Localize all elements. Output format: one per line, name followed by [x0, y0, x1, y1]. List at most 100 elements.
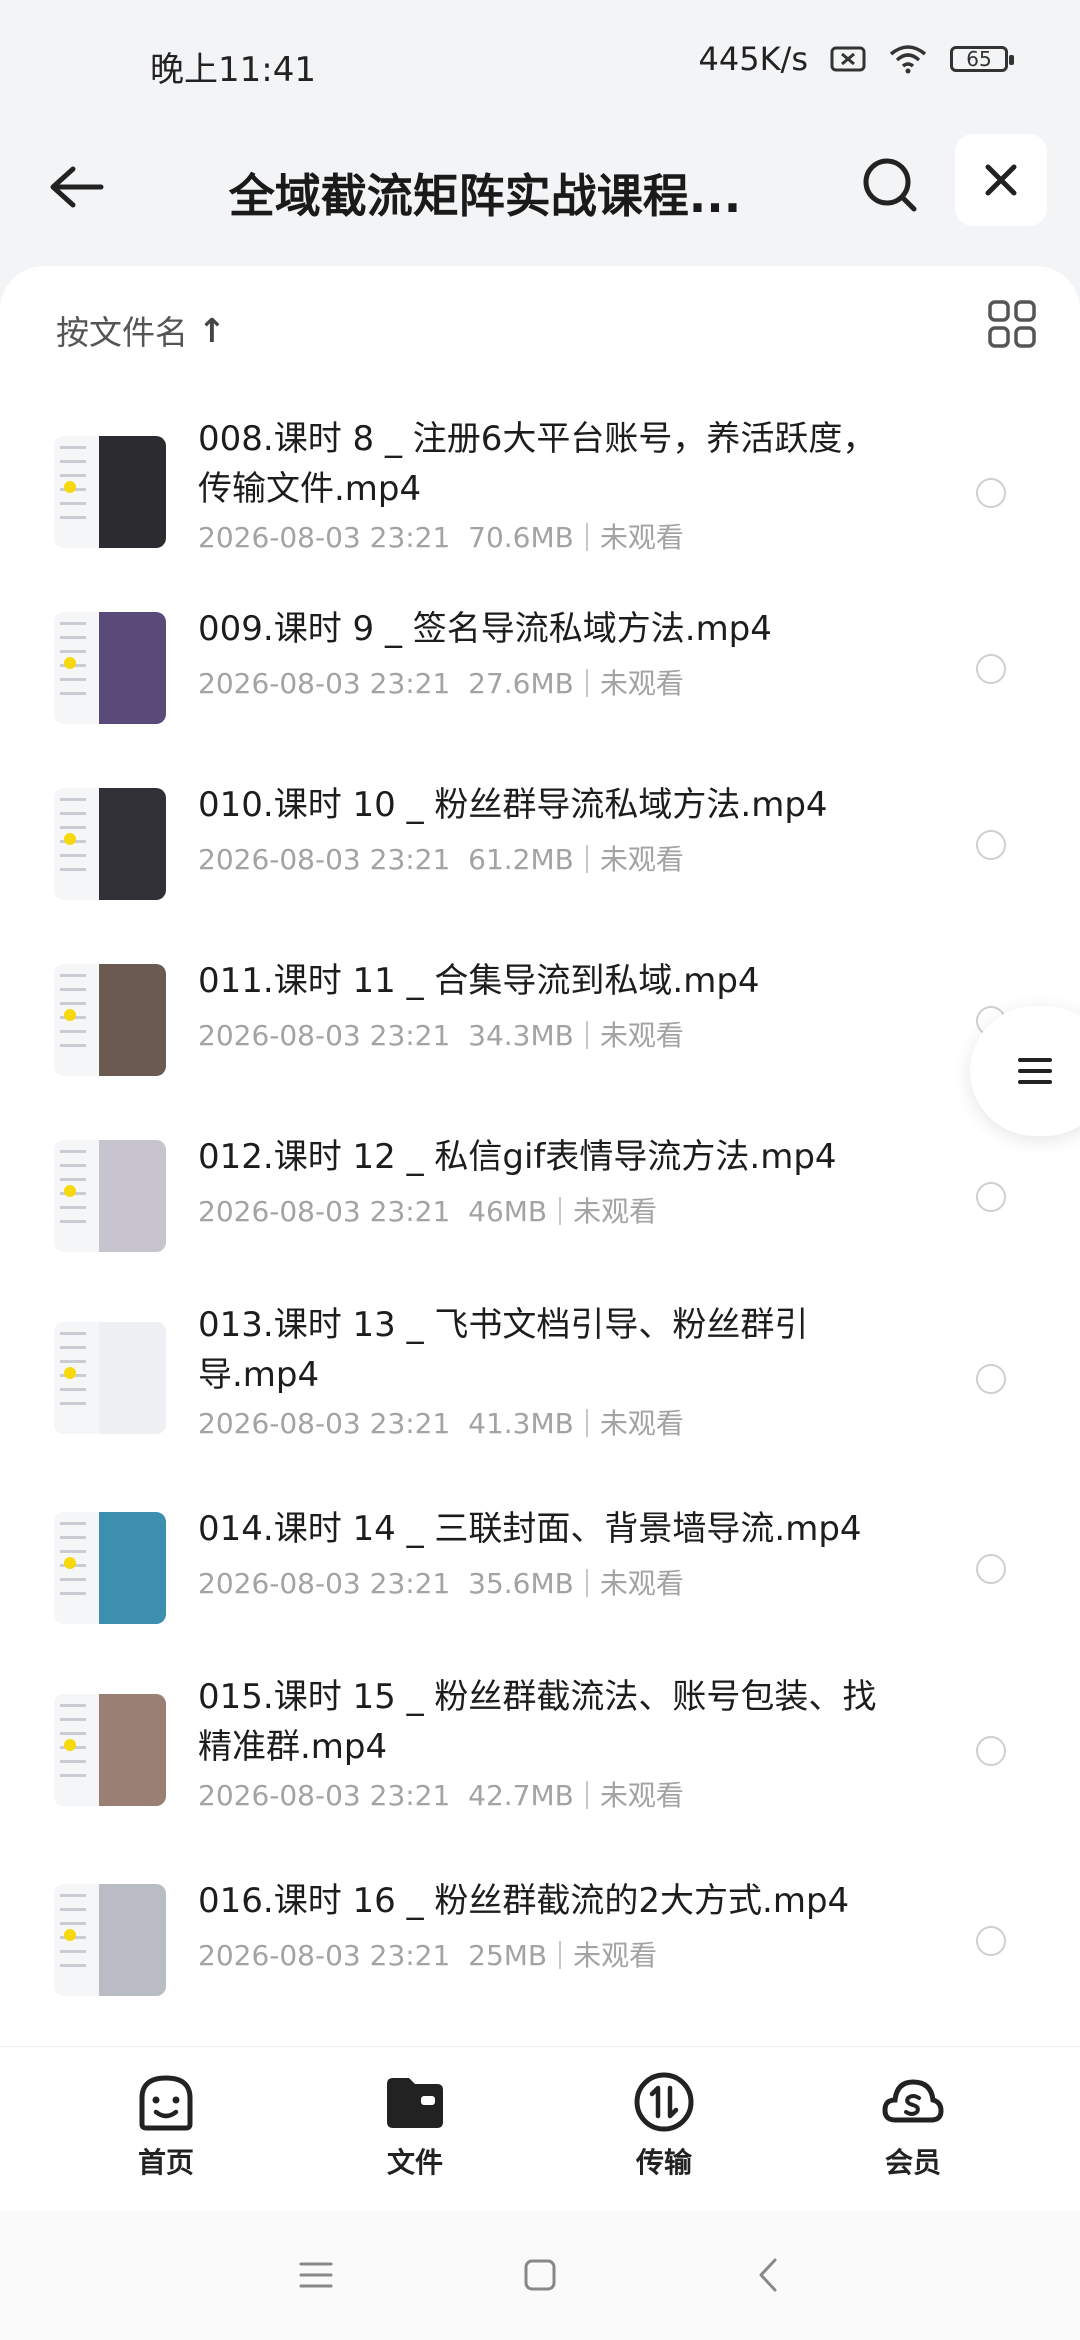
tab-vip[interactable]: 会员 [843, 2069, 983, 2181]
back-button[interactable] [42, 152, 112, 222]
transfer-icon [631, 2069, 697, 2135]
select-radio[interactable] [976, 1736, 1006, 1766]
sort-arrow-icon: ↑ [198, 310, 226, 350]
bottom-tab-bar: 首页 文件 传输 会员 [0, 2046, 1080, 2211]
grid-view-button[interactable] [984, 296, 1040, 352]
file-size: 25MB [468, 1939, 548, 1972]
chevron-left-icon [759, 2258, 777, 2292]
smile-house-icon [133, 2069, 199, 2135]
wifi-icon [888, 44, 928, 74]
tab-label: 传输 [635, 2146, 692, 2179]
select-radio[interactable] [976, 654, 1006, 684]
grid-icon [988, 300, 1036, 348]
file-meta: 2026-08-03 23:21 46MB 未观看 [198, 1190, 657, 1230]
select-radio[interactable] [976, 1926, 1006, 1956]
watch-status: 未观看 [599, 1779, 684, 1812]
file-meta: 2026-08-03 23:21 42.7MB 未观看 [198, 1774, 684, 1814]
system-nav-bar [0, 2210, 1080, 2340]
watch-status: 未观看 [599, 1567, 684, 1600]
sim-off-icon [830, 45, 866, 73]
select-radio[interactable] [976, 1554, 1006, 1584]
status-right: 445K/s 65 [698, 40, 1014, 78]
file-name: 013.课时 13 _ 飞书文档引导、粉丝群引导.mp4 [198, 1305, 809, 1395]
close-button[interactable] [955, 134, 1047, 226]
file-size: 35.6MB [468, 1567, 574, 1600]
file-size: 42.7MB [468, 1779, 574, 1812]
file-size: 27.6MB [468, 667, 574, 700]
file-size: 41.3MB [468, 1407, 574, 1440]
file-date: 2026-08-03 23:21 [198, 843, 451, 876]
square-icon [524, 2259, 556, 2291]
tab-label: 会员 [884, 2146, 941, 2179]
cloud-vip-icon [880, 2069, 946, 2135]
menu-icon [1018, 1058, 1052, 1084]
watch-status: 未观看 [599, 1407, 684, 1440]
file-name: 016.课时 16 _ 粉丝群截流的2大方式.mp4 [198, 1881, 850, 1921]
status-bar: 晚上11:41 445K/s 65 [0, 0, 1080, 130]
back-nav-button[interactable] [738, 2250, 798, 2300]
close-icon [985, 164, 1017, 196]
file-date: 2026-08-03 23:21 [198, 1195, 451, 1228]
file-name: 010.课时 10 _ 粉丝群导流私域方法.mp4 [198, 785, 828, 825]
watch-status: 未观看 [573, 1939, 658, 1972]
select-radio[interactable] [976, 1182, 1006, 1212]
watch-status: 未观看 [599, 1019, 684, 1052]
watch-status: 未观看 [599, 667, 684, 700]
file-size: 46MB [468, 1195, 548, 1228]
watch-status: 未观看 [573, 1195, 658, 1228]
video-thumbnail [54, 1322, 166, 1434]
file-meta: 2026-08-03 23:21 34.3MB 未观看 [198, 1014, 684, 1054]
video-thumbnail [54, 1884, 166, 1996]
file-name: 012.课时 12 _ 私信gif表情导流方法.mp4 [198, 1137, 837, 1177]
file-meta: 2026-08-03 23:21 41.3MB 未观看 [198, 1402, 684, 1442]
file-meta: 2026-08-03 23:21 27.6MB 未观看 [198, 662, 684, 702]
tab-label: 文件 [386, 2146, 443, 2179]
video-thumbnail [54, 1140, 166, 1252]
file-name: 008.课时 8 _ 注册6大平台账号，养活跃度，传输文件.mp4 [198, 419, 877, 509]
file-date: 2026-08-03 23:21 [198, 1779, 451, 1812]
header: 全域截流矩阵实战课程... [0, 130, 1080, 260]
page-title: 全域截流矩阵实战课程... [228, 169, 742, 223]
file-date: 2026-08-03 23:21 [198, 521, 451, 554]
home-nav-button[interactable] [510, 2250, 570, 2300]
arrow-left-icon [50, 166, 104, 208]
search-icon [863, 158, 917, 212]
menu-lines-icon [299, 2262, 333, 2288]
status-time: 晚上11:41 [150, 50, 316, 90]
file-name: 009.课时 9 _ 签名导流私域方法.mp4 [198, 609, 772, 649]
video-thumbnail [54, 1512, 166, 1624]
video-thumbnail [54, 436, 166, 548]
file-size: 34.3MB [468, 1019, 574, 1052]
file-meta: 2026-08-03 23:21 70.6MB 未观看 [198, 516, 684, 556]
file-meta: 2026-08-03 23:21 25MB 未观看 [198, 1934, 657, 1974]
network-speed: 445K/s [698, 40, 808, 78]
file-date: 2026-08-03 23:21 [198, 667, 451, 700]
file-date: 2026-08-03 23:21 [198, 1939, 451, 1972]
folder-icon [382, 2069, 448, 2135]
select-radio[interactable] [976, 1364, 1006, 1394]
file-name: 014.课时 14 _ 三联封面、背景墙导流.mp4 [198, 1509, 862, 1549]
watch-status: 未观看 [599, 521, 684, 554]
battery-icon: 65 [950, 46, 1014, 72]
file-name: 015.课时 15 _ 粉丝群截流法、账号包装、找精准群.mp4 [198, 1677, 877, 1767]
search-button[interactable] [855, 150, 925, 220]
watch-status: 未观看 [599, 843, 684, 876]
tab-transfer[interactable]: 传输 [594, 2069, 734, 2181]
sort-toggle[interactable]: 按文件名 ↑ [56, 306, 226, 354]
video-thumbnail [54, 612, 166, 724]
tab-files[interactable]: 文件 [345, 2069, 485, 2181]
video-thumbnail [54, 964, 166, 1076]
file-name: 011.课时 11 _ 合集导流到私域.mp4 [198, 961, 760, 1001]
file-date: 2026-08-03 23:21 [198, 1019, 451, 1052]
recents-button[interactable] [286, 2250, 346, 2300]
select-radio[interactable] [976, 478, 1006, 508]
tab-home[interactable]: 首页 [96, 2069, 236, 2181]
select-radio[interactable] [976, 830, 1006, 860]
file-date: 2026-08-03 23:21 [198, 1407, 451, 1440]
file-date: 2026-08-03 23:21 [198, 1567, 451, 1600]
file-meta: 2026-08-03 23:21 35.6MB 未观看 [198, 1562, 684, 1602]
tab-label: 首页 [137, 2146, 194, 2179]
file-list-panel: 按文件名 ↑ 008.课时 8 _ 注册6大平台账号，养活跃度，传输文件.mp4… [0, 266, 1080, 2046]
file-size: 70.6MB [468, 521, 574, 554]
file-meta: 2026-08-03 23:21 61.2MB 未观看 [198, 838, 684, 878]
